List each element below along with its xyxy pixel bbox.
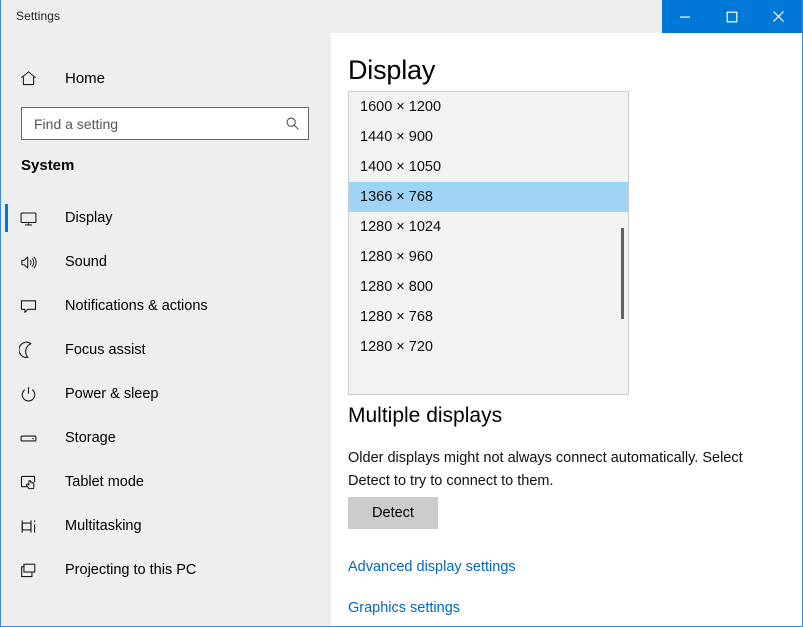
maximize-icon: [726, 11, 738, 23]
sidebar-item-projecting-to-this-pc[interactable]: Projecting to this PC: [1, 548, 331, 592]
resolution-option[interactable]: 1440 × 900: [349, 122, 628, 152]
multitasking-icon: [19, 517, 55, 536]
home-icon: [19, 69, 55, 88]
selection-indicator: [5, 468, 8, 496]
sidebar-item-multitasking[interactable]: Multitasking: [1, 504, 331, 548]
selection-indicator: [5, 248, 8, 276]
sidebar-item-label: Tablet mode: [65, 474, 144, 490]
caption-button-group: [662, 0, 802, 33]
sidebar-item-label: Focus assist: [65, 342, 146, 358]
sidebar-item-power-sleep[interactable]: Power & sleep: [1, 372, 331, 416]
tablet-hand-icon: [19, 473, 55, 492]
close-icon: [772, 10, 785, 23]
power-icon: [19, 385, 55, 404]
selection-indicator: [5, 556, 8, 584]
sidebar-item-label: Multitasking: [65, 518, 142, 534]
speech-bubble-icon: [19, 297, 55, 316]
sidebar-item-label: Power & sleep: [65, 386, 159, 402]
selection-indicator: [5, 380, 8, 408]
selection-indicator: [5, 292, 8, 320]
advanced-display-settings-link[interactable]: Advanced display settings: [348, 559, 516, 575]
projector-icon: [19, 561, 55, 580]
resolution-option[interactable]: 1280 × 960: [349, 242, 628, 272]
sidebar-item-focus-assist[interactable]: Focus assist: [1, 328, 331, 372]
title-bar: Settings: [1, 0, 802, 33]
sidebar-item-sound[interactable]: Sound: [1, 240, 331, 284]
monitor-icon: [19, 209, 55, 228]
sidebar-item-display[interactable]: Display: [1, 196, 331, 240]
sidebar-item-label: Display: [65, 210, 113, 226]
multiple-displays-heading: Multiple displays: [348, 404, 503, 427]
sidebar-nav-list: Display Sound Notifications & actions Fo…: [1, 196, 331, 592]
sidebar: Home System: [1, 33, 331, 626]
resolution-option[interactable]: 1280 × 800: [349, 272, 628, 302]
selection-indicator: [5, 424, 8, 452]
resolution-list-scrollbar[interactable]: [621, 228, 624, 319]
resolution-option[interactable]: 1280 × 768: [349, 302, 628, 332]
sidebar-item-label: Storage: [65, 430, 116, 446]
sidebar-item-home[interactable]: Home: [1, 61, 331, 95]
sidebar-item-storage[interactable]: Storage: [1, 416, 331, 460]
sidebar-item-tablet-mode[interactable]: Tablet mode: [1, 460, 331, 504]
sidebar-item-home-label: Home: [65, 69, 106, 87]
resolution-listbox[interactable]: 1600 × 1200 1440 × 900 1400 × 1050 1366 …: [348, 91, 629, 395]
minimize-button[interactable]: [662, 0, 709, 33]
resolution-option-selected[interactable]: 1366 × 768: [349, 182, 628, 212]
selection-indicator: [5, 512, 8, 540]
selection-indicator: [5, 204, 8, 232]
sidebar-group-heading: System: [21, 157, 75, 174]
sidebar-item-label: Projecting to this PC: [65, 562, 197, 578]
resolution-option[interactable]: 1280 × 720: [349, 332, 628, 362]
sidebar-item-label: Notifications & actions: [65, 298, 208, 314]
moon-icon: [19, 341, 55, 360]
search-box[interactable]: [21, 107, 309, 140]
window-title: Settings: [16, 9, 61, 23]
content-pane: Display 1600 × 1200 1440 × 900 1400 × 10…: [331, 33, 802, 626]
multiple-displays-description: Older displays might not always connect …: [348, 450, 743, 489]
resolution-option[interactable]: 1280 × 1024: [349, 212, 628, 242]
search-input[interactable]: [22, 115, 276, 132]
page-title: Display: [348, 55, 436, 85]
sidebar-item-notifications-actions[interactable]: Notifications & actions: [1, 284, 331, 328]
maximize-button[interactable]: [709, 0, 756, 33]
graphics-settings-link[interactable]: Graphics settings: [348, 600, 460, 616]
detect-button[interactable]: Detect: [348, 497, 438, 529]
speaker-icon: [19, 253, 55, 272]
close-button[interactable]: [755, 0, 802, 33]
selection-indicator: [5, 336, 8, 364]
drive-icon: [19, 429, 55, 448]
minimize-icon: [679, 11, 691, 23]
sidebar-item-label: Sound: [65, 254, 107, 270]
resolution-option[interactable]: 1400 × 1050: [349, 152, 628, 182]
resolution-option[interactable]: 1600 × 1200: [349, 92, 628, 122]
search-icon: [276, 116, 308, 131]
settings-window: Settings Home Find a setting System Disp…: [0, 0, 803, 627]
